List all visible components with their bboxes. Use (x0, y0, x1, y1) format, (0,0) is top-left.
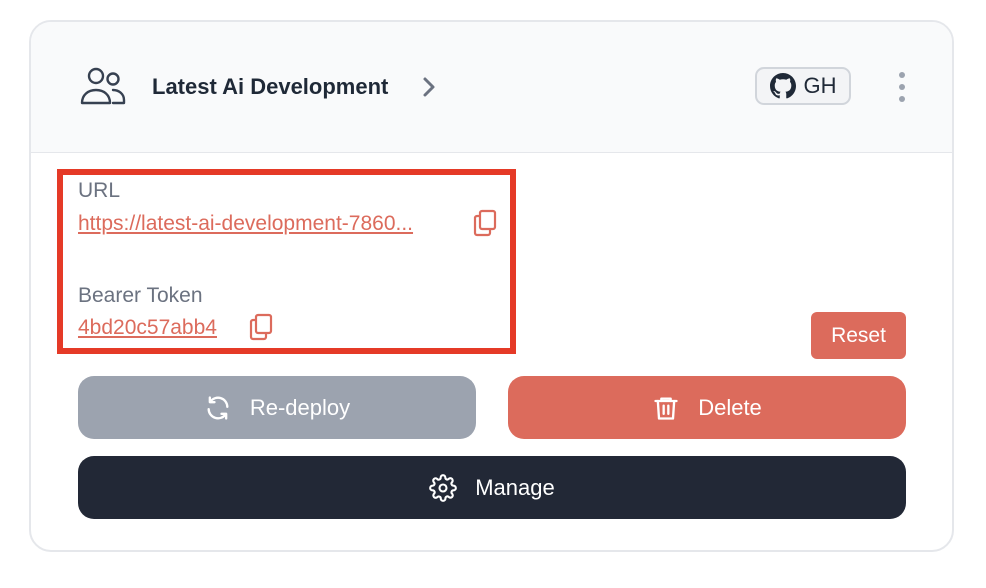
delete-label: Delete (698, 394, 762, 420)
gear-icon (429, 473, 458, 502)
manage-button[interactable]: Manage (78, 456, 906, 519)
url-label: URL (78, 179, 121, 202)
chevron-right-icon[interactable] (420, 76, 438, 98)
more-vertical-icon[interactable] (891, 70, 913, 104)
token-link[interactable]: 4bd20c57abb4 (78, 316, 217, 340)
users-icon (80, 67, 126, 105)
github-icon (769, 73, 796, 99)
delete-button[interactable]: Delete (508, 376, 906, 439)
project-title[interactable]: Latest Ai Development (152, 74, 388, 100)
manage-label: Manage (475, 474, 555, 500)
url-link[interactable]: https://latest-ai-development-7860... (78, 212, 413, 236)
copy-icon[interactable] (472, 209, 498, 237)
redeploy-button[interactable]: Re-deploy (78, 376, 476, 439)
copy-icon[interactable] (248, 313, 274, 341)
redeploy-label: Re-deploy (249, 394, 351, 420)
github-badge-label: GH (803, 73, 837, 98)
card-header: Latest Ai Development GH (31, 22, 952, 153)
github-badge[interactable]: GH (755, 67, 851, 105)
trash-icon (654, 397, 678, 420)
reset-button[interactable]: Reset (811, 312, 906, 359)
token-label: Bearer Token (78, 284, 203, 307)
refresh-icon (207, 395, 229, 420)
